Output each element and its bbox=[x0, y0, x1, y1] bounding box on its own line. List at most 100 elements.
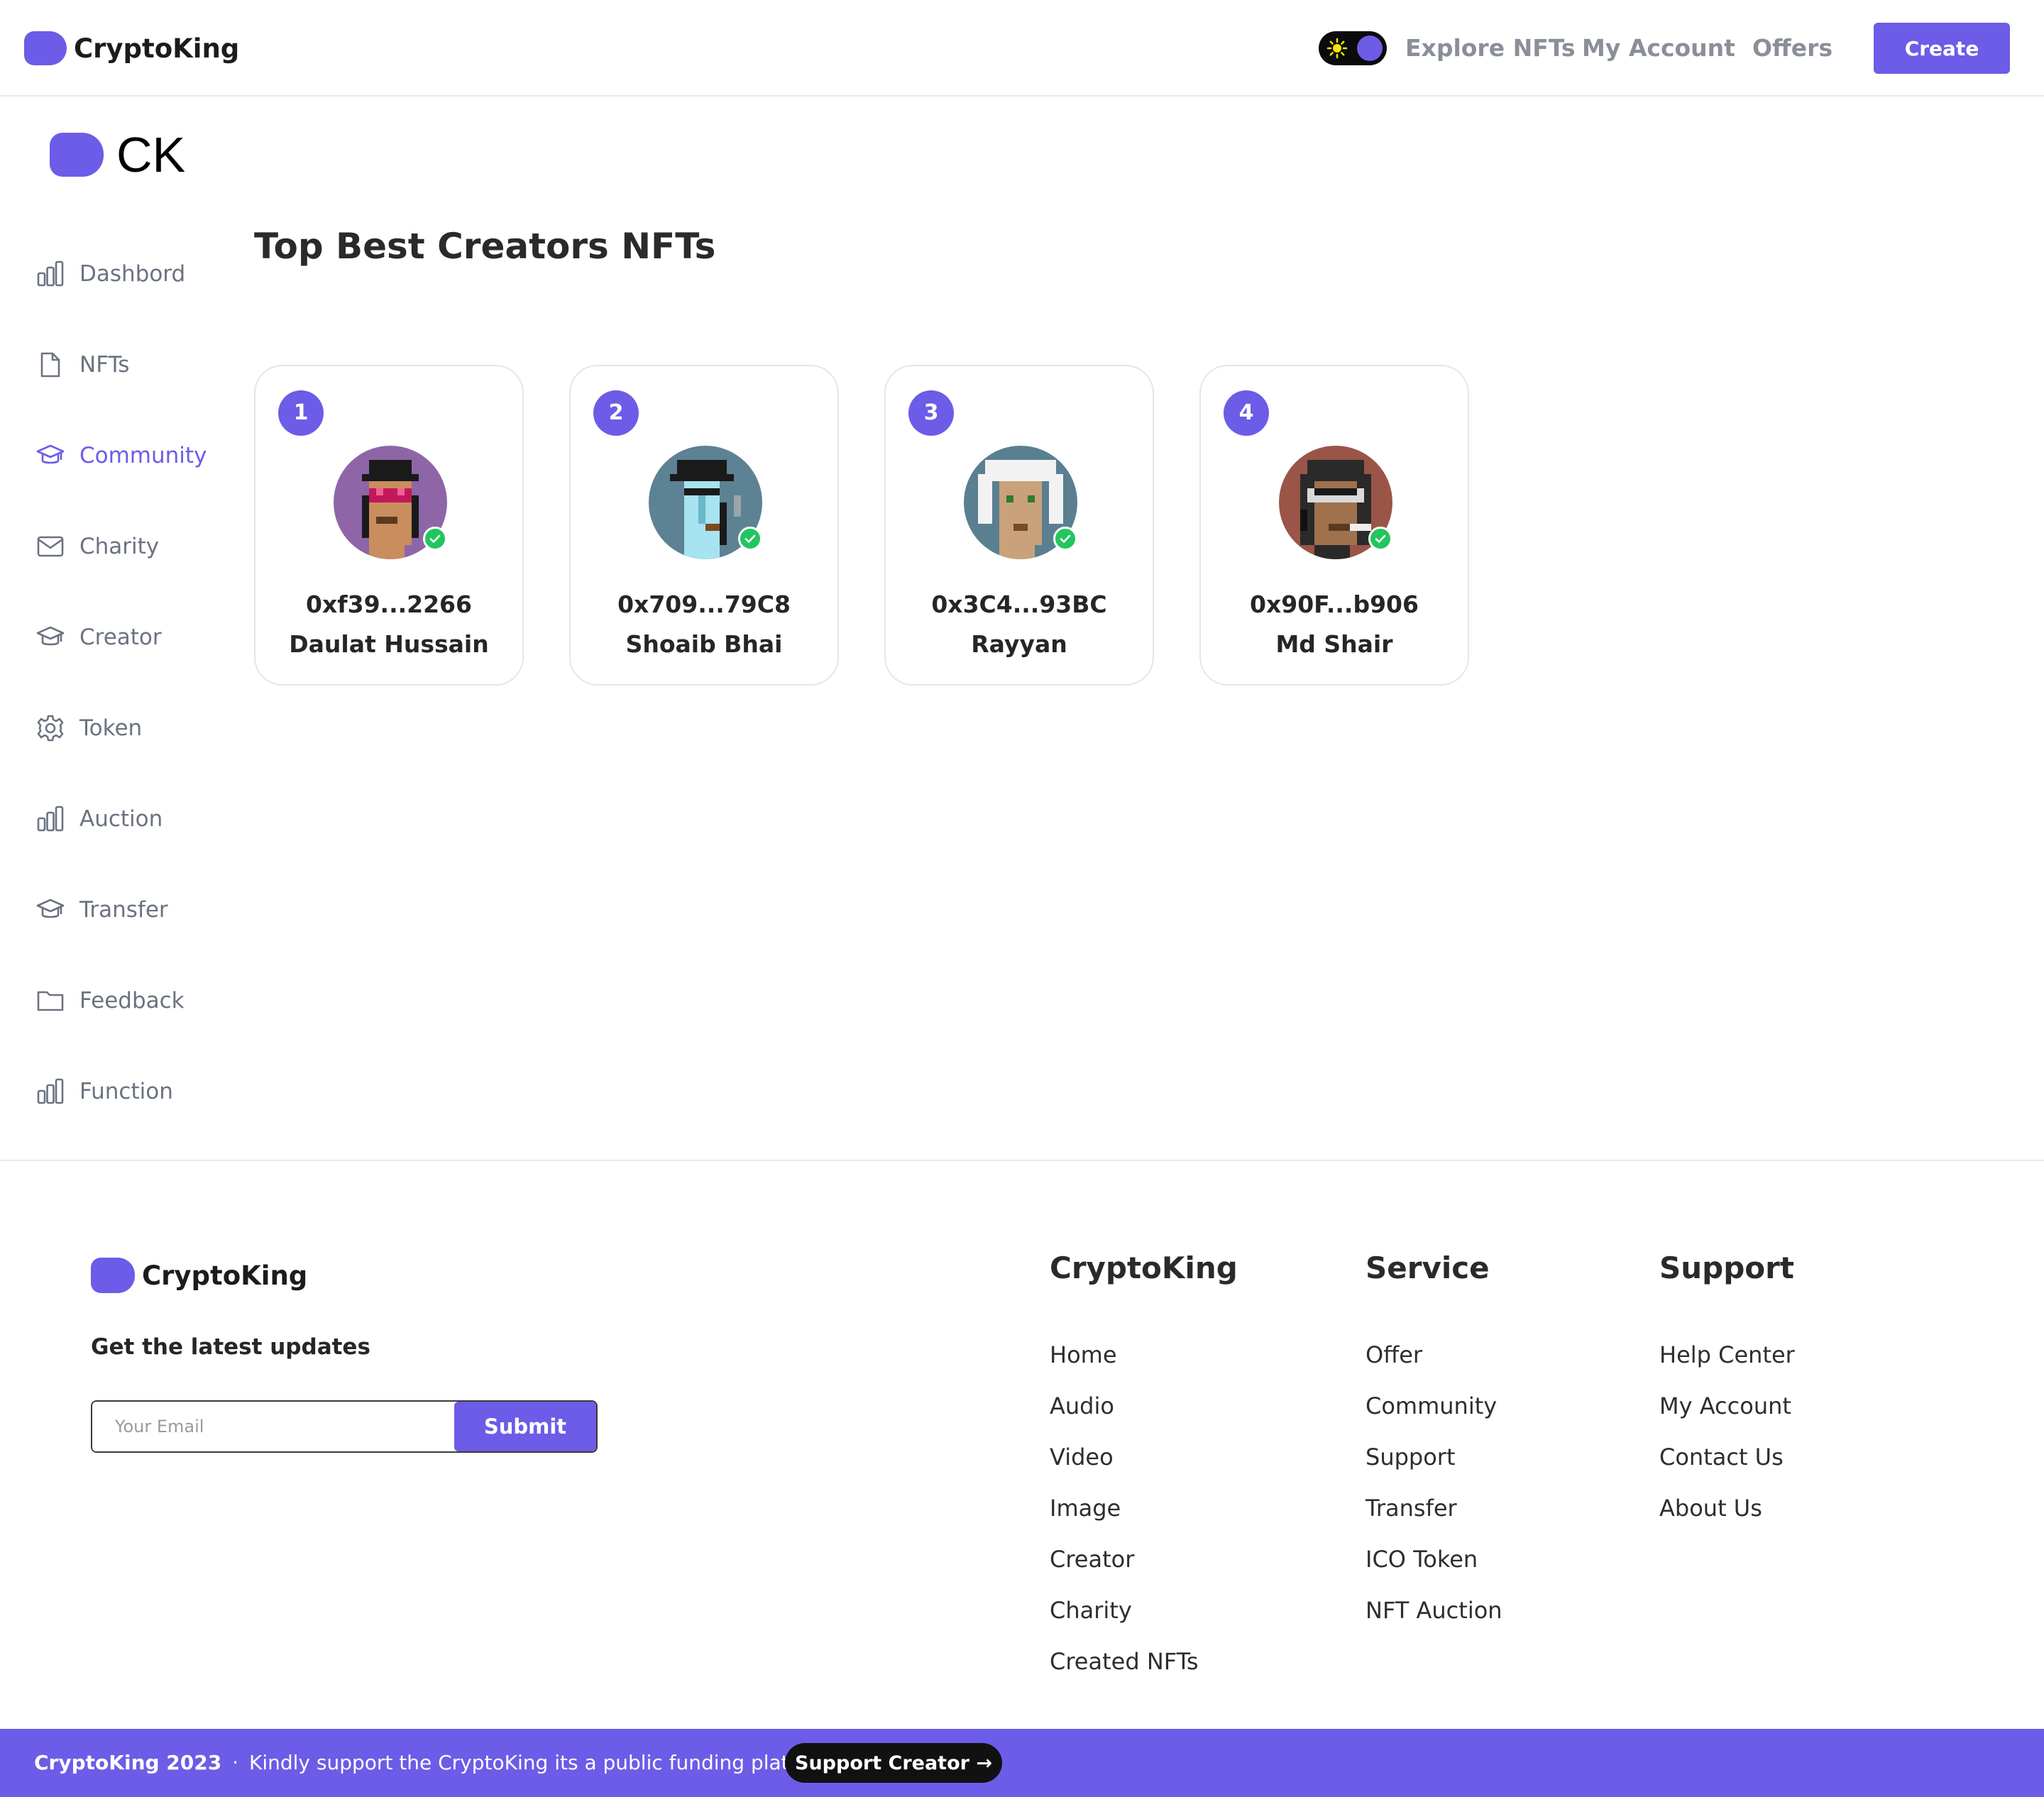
footer-link[interactable]: Help Center bbox=[1659, 1341, 1795, 1392]
sidebar-logo[interactable]: CK bbox=[50, 126, 185, 183]
verified-icon bbox=[1368, 527, 1392, 551]
verified-icon bbox=[1053, 527, 1077, 551]
footer-link[interactable]: Home bbox=[1050, 1341, 1238, 1392]
sidebar-item-charity[interactable]: Charity bbox=[35, 527, 159, 566]
nav-offers[interactable]: Offers bbox=[1752, 31, 1833, 65]
bottom-banner: CryptoKing 2023 · Kindly support the Cry… bbox=[0, 1729, 2044, 1797]
sidebar-item-token[interactable]: Token bbox=[35, 708, 142, 748]
sidebar-item-label: Transfer bbox=[79, 897, 168, 923]
footer-column-title: Service bbox=[1366, 1251, 1490, 1285]
footer-link[interactable]: Charity bbox=[1050, 1597, 1238, 1648]
sidebar-item-label: NFTs bbox=[79, 352, 130, 378]
footer-column-title: Support bbox=[1659, 1251, 1794, 1285]
sidebar-item-creator[interactable]: Creator bbox=[35, 617, 162, 657]
footer-column-service: Service Offer Community Support Transfer… bbox=[1366, 1251, 1502, 1648]
file-icon bbox=[40, 352, 60, 378]
footer-link[interactable]: About Us bbox=[1659, 1495, 1795, 1546]
footer-link[interactable]: Video bbox=[1050, 1444, 1238, 1495]
sidebar-item-label: Feedback bbox=[79, 988, 185, 1013]
gear-icon bbox=[37, 715, 64, 742]
creator-card[interactable]: 3 0x3C4...93BC Rayyan bbox=[884, 365, 1154, 686]
creator-name: Shoaib Bhai bbox=[625, 630, 783, 658]
creator-name: Md Shair bbox=[1275, 630, 1393, 658]
toggle-knob bbox=[1357, 35, 1383, 61]
footer-link[interactable]: ICO Token bbox=[1366, 1546, 1502, 1597]
sidebar-item-label: Token bbox=[79, 715, 143, 741]
footer-link[interactable]: Offer bbox=[1366, 1341, 1502, 1392]
creator-address: 0x90F...b906 bbox=[1250, 590, 1419, 618]
footer-link[interactable]: Creator bbox=[1050, 1546, 1238, 1597]
creator-card[interactable]: 1 0xf39...2266 Daulat Hussain bbox=[254, 365, 524, 686]
logo-mark bbox=[91, 1258, 135, 1293]
graduation-cap-icon bbox=[36, 626, 65, 646]
banner-separator: · bbox=[232, 1751, 239, 1774]
footer-link[interactable]: Created NFTs bbox=[1050, 1648, 1238, 1699]
theme-toggle[interactable] bbox=[1319, 31, 1387, 65]
bar-chart-icon bbox=[37, 806, 64, 832]
creator-address: 0x3C4...93BC bbox=[931, 590, 1107, 618]
creator-name: Rayyan bbox=[971, 630, 1067, 658]
bar-chart-icon bbox=[37, 1078, 64, 1104]
sidebar-item-label: Community bbox=[79, 443, 207, 468]
footer-link[interactable]: Audio bbox=[1050, 1392, 1238, 1444]
sidebar-item-label: Creator bbox=[79, 625, 162, 650]
footer-column-cryptoking: CryptoKing Home Audio Video Image Creato… bbox=[1050, 1251, 1238, 1699]
graduation-cap-icon bbox=[36, 444, 65, 464]
rank-badge: 1 bbox=[278, 390, 324, 436]
footer-link[interactable]: Transfer bbox=[1366, 1495, 1502, 1546]
footer-column-support: Support Help Center My Account Contact U… bbox=[1659, 1251, 1795, 1546]
logo-mark bbox=[50, 133, 104, 177]
creator-address: 0xf39...2266 bbox=[306, 590, 472, 618]
banner-text: CryptoKing 2023 · Kindly support the Cry… bbox=[34, 1729, 835, 1797]
sidebar-item-community[interactable]: Community bbox=[35, 436, 207, 476]
sidebar-logo-text: CK bbox=[116, 127, 186, 182]
footer-link[interactable]: Support bbox=[1366, 1444, 1502, 1495]
creator-card[interactable]: 2 0x709...79C8 Shoaib Bhai bbox=[569, 365, 839, 686]
creator-card[interactable]: 4 0x90F...b906 Md Shair bbox=[1199, 365, 1469, 686]
creator-address: 0x709...79C8 bbox=[617, 590, 791, 618]
email-field[interactable] bbox=[92, 1402, 454, 1451]
brand-name: CryptoKing bbox=[74, 33, 240, 64]
rank-badge: 3 bbox=[908, 390, 954, 436]
graduation-cap-icon bbox=[36, 898, 65, 918]
sidebar-item-label: Charity bbox=[79, 534, 160, 559]
banner-year: CryptoKing 2023 bbox=[34, 1751, 222, 1774]
verified-icon bbox=[423, 527, 447, 551]
page-title: Top Best Creators NFTs bbox=[254, 226, 716, 267]
nav-explore-nfts[interactable]: Explore NFTs bbox=[1405, 31, 1576, 65]
sidebar-item-label: Auction bbox=[79, 806, 163, 832]
brand-logo[interactable]: CryptoKing bbox=[24, 31, 239, 65]
rank-badge: 2 bbox=[593, 390, 639, 436]
footer-divider bbox=[0, 1160, 2044, 1161]
rank-badge: 4 bbox=[1224, 390, 1269, 436]
creator-name: Daulat Hussain bbox=[289, 630, 489, 658]
submit-button[interactable]: Submit bbox=[454, 1402, 596, 1451]
sidebar-item-nfts[interactable]: NFTs bbox=[35, 345, 129, 385]
support-creator-button[interactable]: Support Creator → bbox=[785, 1743, 1002, 1783]
sidebar-item-feedback[interactable]: Feedback bbox=[35, 981, 185, 1021]
footer-link[interactable]: NFT Auction bbox=[1366, 1597, 1502, 1648]
sidebar-item-auction[interactable]: Auction bbox=[35, 799, 163, 839]
sidebar-item-transfer[interactable]: Transfer bbox=[35, 890, 168, 930]
sidebar-item-dashbord[interactable]: Dashbord bbox=[35, 254, 185, 294]
banner-message: Kindly support the CryptoKing its a publ… bbox=[248, 1751, 835, 1774]
folder-icon bbox=[37, 991, 64, 1011]
newsletter-title: Get the latest updates bbox=[91, 1334, 370, 1360]
footer-brand-name: CryptoKing bbox=[142, 1260, 308, 1291]
mail-icon bbox=[37, 536, 64, 557]
bar-chart-icon bbox=[37, 260, 64, 287]
sidebar-item-label: Function bbox=[79, 1079, 173, 1104]
footer-column-title: CryptoKing bbox=[1050, 1251, 1238, 1285]
sidebar-item-label: Dashbord bbox=[79, 261, 186, 287]
footer-link[interactable]: Contact Us bbox=[1659, 1444, 1795, 1495]
footer-link[interactable]: Community bbox=[1366, 1392, 1502, 1444]
sun-icon bbox=[1326, 38, 1348, 59]
logo-mark bbox=[24, 31, 67, 65]
nav-my-account[interactable]: My Account bbox=[1582, 31, 1735, 65]
verified-icon bbox=[738, 527, 762, 551]
footer-link[interactable]: My Account bbox=[1659, 1392, 1795, 1444]
create-button[interactable]: Create bbox=[1874, 23, 2010, 74]
footer-brand[interactable]: CryptoKing bbox=[91, 1258, 307, 1293]
sidebar-item-function[interactable]: Function bbox=[35, 1072, 173, 1111]
footer-link[interactable]: Image bbox=[1050, 1495, 1238, 1546]
